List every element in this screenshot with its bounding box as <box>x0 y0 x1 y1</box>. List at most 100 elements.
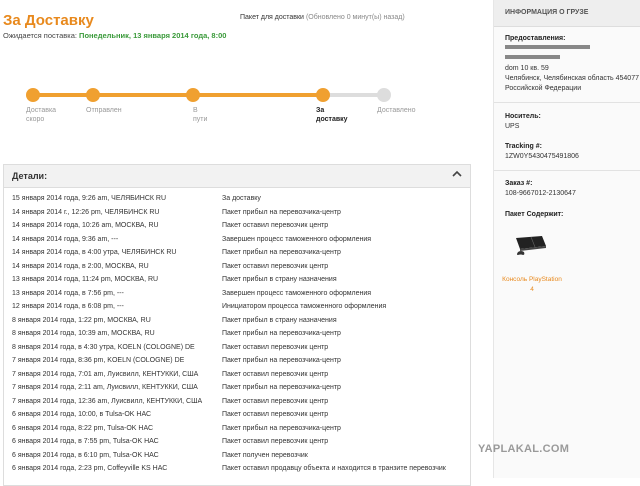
event-description: Пакет оставил перевозчик центр <box>222 370 329 378</box>
event-datetime: 7 января 2014 года, 2:11 am, Луисвилл, К… <box>12 384 198 391</box>
progress-track-done <box>33 93 323 97</box>
details-header[interactable]: Детали: <box>4 165 470 188</box>
tracking-number: 1ZW0Y5430475491806 <box>505 153 579 160</box>
redacted-address <box>505 55 560 59</box>
tracking-main: За Доставку Пакет для доставки (Обновлен… <box>0 0 472 486</box>
progress-step-label: Впути <box>193 107 208 123</box>
table-row: 14 января 2014 года, в 4:00 утра, ЧЕЛЯБИ… <box>4 249 470 263</box>
event-description: Пакет оставил перевозчик центр <box>222 411 329 418</box>
updated-text: (Обновлено 0 минут(ы) назад) <box>305 14 405 21</box>
event-datetime: 14 января 2014 года, 9:36 am, --- <box>12 235 119 243</box>
table-row: 7 января 2014 года, 2:11 am, Луисвилл, К… <box>4 384 470 398</box>
event-datetime: 14 января 2014 года, в 2:00, МОСКВА, RU <box>12 262 149 270</box>
contents-section: Пакет Содержит: <box>505 210 563 220</box>
table-row: 14 января 2014 г., 12:26 pm, ЧЕЛЯБИНСК R… <box>4 209 470 223</box>
divider <box>494 170 640 171</box>
address-line: Российской Федерации <box>505 85 582 92</box>
event-datetime: 8 января 2014 года, 10:39 am, МОСКВА, RU <box>12 330 155 337</box>
table-row: 12 января 2014 года, в 6:08 pm, --- Иници… <box>4 303 470 317</box>
details-panel: Детали: 15 января 2014 года, 9:26 am, ЧЕ… <box>3 164 471 486</box>
progress-track-rest <box>323 93 383 97</box>
expected-date: Понедельник, 13 января 2014 года, 8:00 <box>79 31 227 40</box>
table-row: 8 января 2014 года, в 4:30 утра, KOELN (… <box>4 344 470 358</box>
table-row: 14 января 2014 года, 10:26 am, МОСКВА, R… <box>4 222 470 236</box>
event-description: Пакет прибыл на перевозчика-центр <box>222 424 341 432</box>
table-row: 13 января 2014 года, 11:24 pm, МОСКВА, R… <box>4 276 470 290</box>
event-datetime: 14 января 2014 года, в 4:00 утра, ЧЕЛЯБИ… <box>12 249 177 256</box>
event-datetime: 7 января 2014 года, 12:36 am, Луисвилл, … <box>12 397 203 405</box>
event-description: Пакет оставил продавцу объекта и находит… <box>222 465 446 472</box>
event-datetime: 14 января 2014 г., 12:26 pm, ЧЕЛЯБИНСК R… <box>12 208 160 216</box>
event-description: Пакет оставил перевозчик центр <box>222 262 329 270</box>
event-description: Инициатором процесса таможенного оформле… <box>222 303 387 310</box>
progress-step-label: Доставлено <box>377 107 416 114</box>
details-title: Детали: <box>12 171 48 181</box>
progress-step-dot <box>86 88 100 102</box>
tracking-section: Tracking #: 1ZW0Y5430475491806 <box>505 142 579 162</box>
table-row: 6 января 2014 года, в 7:55 pm, Tulsa-OK … <box>4 438 470 452</box>
expected-label: Ожидается поставка: <box>3 31 77 40</box>
event-datetime: 13 января 2014 года, 11:24 pm, МОСКВА, R… <box>12 276 159 283</box>
recipient-section: Предоставления: dom 10 кв. 59 Челябинск,… <box>505 34 639 94</box>
sidebar-header: ИНФОРМАЦИЯ О ГРУЗЕ <box>494 0 640 27</box>
carrier-label: Носитель: <box>505 113 541 120</box>
event-description: Завершен процесс таможенного оформления <box>222 289 372 297</box>
table-row: 6 января 2014 года, 10:00, в Tulsa-OK НА… <box>4 411 470 425</box>
contents-label: Пакет Содержит: <box>505 211 564 218</box>
event-description: Пакет прибыл на перевозчика-центр <box>222 330 341 337</box>
event-datetime: 6 января 2014 года, в 6:10 pm, Tulsa-OK … <box>12 451 159 459</box>
event-datetime: 8 января 2014 года, в 4:30 утра, KOELN (… <box>12 343 195 351</box>
progress-step-dot <box>26 88 40 102</box>
table-row: 6 января 2014 года, 2:23 pm, Coffeyville… <box>4 465 470 479</box>
shipment-info-sidebar: ИНФОРМАЦИЯ О ГРУЗЕ Предоставления: dom 1… <box>493 0 640 478</box>
event-description: Завершен процесс таможенного оформления <box>222 235 372 243</box>
table-row: 15 января 2014 года, 9:26 am, ЧЕЛЯБИНСК … <box>4 195 470 209</box>
address-line: Челябинск, Челябинская область 454077 <box>505 75 639 82</box>
table-row: 7 января 2014 года, 8:36 pm, KOELN (COLO… <box>4 357 470 371</box>
redacted-name <box>505 45 590 49</box>
event-datetime: 12 января 2014 года, в 6:08 pm, --- <box>12 303 124 310</box>
watermark: YAPLAKAL.COM <box>478 443 570 455</box>
package-label: Пакет для доставки <box>240 14 304 21</box>
event-datetime: 6 января 2014 года, в 7:55 pm, Tulsa-OK … <box>12 438 159 445</box>
table-row: 8 января 2014 года, 10:39 am, МОСКВА, RU… <box>4 330 470 344</box>
sidebar-title: ИНФОРМАЦИЯ О ГРУЗЕ <box>505 9 589 16</box>
event-description: Пакет прибыл на перевозчика-центр <box>222 357 341 364</box>
provided-label: Предоставления: <box>505 35 566 42</box>
details-list: 15 января 2014 года, 9:26 am, ЧЕЛЯБИНСК … <box>4 195 470 479</box>
carrier-value: UPS <box>505 123 520 130</box>
carrier-section: Носитель: UPS <box>505 112 541 132</box>
address-line: dom 10 кв. 59 <box>505 65 549 72</box>
table-row: 6 января 2014 года, в 6:10 pm, Tulsa-OK … <box>4 452 470 466</box>
event-datetime: 7 января 2014 года, 8:36 pm, KOELN (COLO… <box>12 357 185 364</box>
event-description: Пакет получен перевозчик <box>222 451 308 459</box>
progress-step-dot <box>186 88 200 102</box>
table-row: 7 января 2014 года, 12:36 am, Луисвилл, … <box>4 398 470 412</box>
package-status: Пакет для доставки (Обновлено 0 минут(ы)… <box>240 14 405 21</box>
table-row: 8 января 2014 года, 1:22 pm, МОСКВА, RU П… <box>4 317 470 331</box>
event-description: Пакет прибыл на перевозчика-центр <box>222 384 341 391</box>
table-row: 6 января 2014 года, 8:22 pm, Tulsa-OK НА… <box>4 425 470 439</box>
event-datetime: 6 января 2014 года, 10:00, в Tulsa-OK НА… <box>12 411 152 418</box>
chevron-up-icon[interactable] <box>452 169 462 182</box>
product-quantity: 4 <box>530 286 534 293</box>
playstation-console-image[interactable] <box>512 232 548 258</box>
event-description: Пакет прибыл на перевозчика-центр <box>222 249 341 256</box>
event-datetime: 15 января 2014 года, 9:26 am, ЧЕЛЯБИНСК … <box>12 195 167 202</box>
event-description: За доставку <box>222 195 261 202</box>
progress-step-label: Отправлен <box>86 107 122 114</box>
event-datetime: 7 января 2014 года, 7:01 am, Луисвилл, К… <box>12 370 199 378</box>
event-description: Пакет прибыл в страну назначения <box>222 316 337 324</box>
progress-step-dot <box>377 88 391 102</box>
table-row: 14 января 2014 года, 9:36 am, --- Заверше… <box>4 236 470 250</box>
progress-step-label-current: За доставку <box>316 107 348 123</box>
divider <box>494 102 640 103</box>
order-number: 108-9667012-2130647 <box>505 190 576 197</box>
progress-step-dot <box>316 88 330 102</box>
product-name-link[interactable]: Консоль PlayStation <box>494 276 570 283</box>
event-description: Пакет оставил перевозчик центр <box>222 343 329 351</box>
event-datetime: 13 января 2014 года, в 7:56 pm, --- <box>12 289 124 297</box>
event-description: Пакет оставил перевозчик центр <box>222 438 329 445</box>
table-row: 13 января 2014 года, в 7:56 pm, --- Завер… <box>4 290 470 304</box>
event-datetime: 14 января 2014 года, 10:26 am, МОСКВА, R… <box>12 222 159 229</box>
